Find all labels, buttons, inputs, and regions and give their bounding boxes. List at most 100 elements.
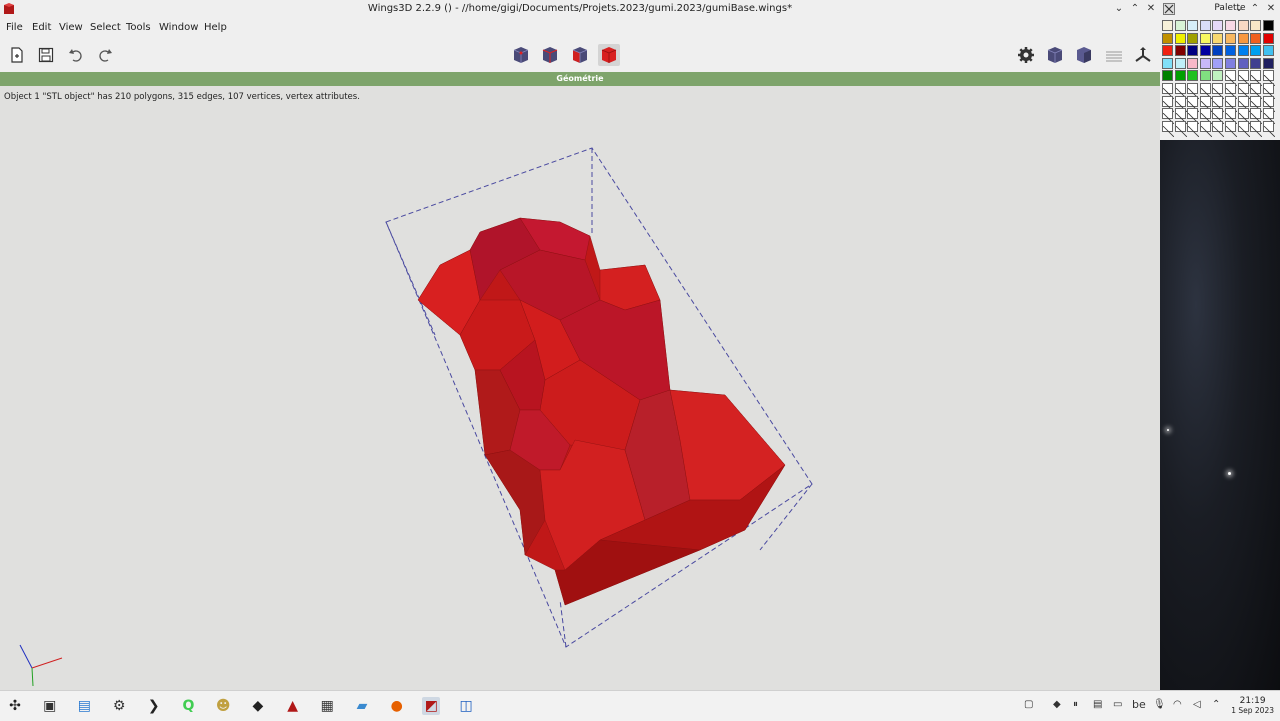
palette-empty-swatch[interactable] — [1237, 120, 1250, 138]
face-mode-button[interactable] — [569, 44, 591, 66]
cube-view-button[interactable] — [1044, 44, 1066, 66]
menu-tools[interactable]: Tools — [126, 22, 151, 33]
microphone-icon[interactable]: 🎙 — [1153, 699, 1166, 710]
palette-color-swatch[interactable] — [1187, 70, 1199, 82]
palette-empty-swatch[interactable] — [1225, 120, 1238, 138]
tray-expand-icon[interactable]: ⌃ — [1212, 699, 1220, 710]
taskbar-app-button[interactable]: ◆ — [249, 697, 267, 715]
taskbar-app-button[interactable]: ⚙ — [110, 697, 128, 715]
palette-empty-swatch[interactable] — [1225, 70, 1238, 87]
palette-empty-swatch[interactable] — [1212, 108, 1225, 125]
palette-empty-swatch[interactable] — [1199, 83, 1213, 100]
palette-empty-swatch[interactable] — [1237, 83, 1250, 100]
palette-color-swatch[interactable] — [1174, 45, 1186, 57]
palette-empty-swatch[interactable] — [1225, 95, 1238, 112]
palette-color-swatch[interactable] — [1237, 20, 1249, 31]
maximize-button[interactable]: ⌃ — [1128, 2, 1142, 16]
taskbar-app-button[interactable]: ✣ — [6, 697, 24, 715]
stl-model-mesh[interactable] — [417, 217, 786, 606]
axes-button[interactable] — [1132, 44, 1154, 66]
palette-empty-swatch[interactable] — [1199, 108, 1213, 125]
menu-help[interactable]: Help — [204, 22, 227, 33]
palette-color-swatch[interactable] — [1225, 32, 1236, 44]
palette-color-swatch[interactable] — [1174, 20, 1186, 31]
palette-color-swatch[interactable] — [1187, 20, 1199, 31]
palette-empty-swatch[interactable] — [1212, 95, 1225, 112]
palette-empty-swatch[interactable] — [1212, 120, 1225, 138]
palette-empty-swatch[interactable] — [1212, 83, 1225, 100]
palette-empty-swatch[interactable] — [1174, 83, 1187, 100]
palette-color-swatch[interactable] — [1174, 57, 1186, 69]
palette-empty-swatch[interactable] — [1262, 95, 1276, 112]
palette-empty-swatch[interactable] — [1174, 108, 1187, 125]
palette-color-swatch[interactable] — [1199, 45, 1211, 57]
taskbar-app-button[interactable]: ◩ — [422, 697, 441, 715]
scene-svg[interactable] — [0, 86, 1160, 690]
save-button[interactable] — [35, 44, 57, 66]
palette-empty-swatch[interactable] — [1237, 108, 1250, 125]
wifi-icon[interactable]: ◠ — [1173, 699, 1182, 710]
menu-window[interactable]: Window — [159, 22, 198, 33]
palette-color-swatch[interactable] — [1174, 70, 1186, 82]
vertex-mode-button[interactable] — [510, 44, 532, 66]
palette-empty-swatch[interactable] — [1187, 83, 1200, 100]
taskbar-app-button[interactable]: ◫ — [457, 697, 475, 715]
palette-color-swatch[interactable] — [1225, 20, 1236, 31]
palette-color-swatch[interactable] — [1162, 70, 1173, 82]
palette-color-swatch[interactable] — [1225, 57, 1236, 69]
palette-empty-swatch[interactable] — [1250, 120, 1263, 138]
palette-color-swatch[interactable] — [1262, 20, 1274, 31]
close-button[interactable]: ✕ — [1144, 2, 1158, 16]
ground-plane-button[interactable] — [1103, 44, 1125, 66]
palette-color-swatch[interactable] — [1225, 45, 1236, 57]
clock[interactable]: 21:19 1 Sep 2023 — [1231, 696, 1274, 716]
taskbar-app-button[interactable]: ☻ — [214, 697, 232, 715]
display-icon[interactable]: ▭ — [1113, 699, 1122, 710]
palette-empty-swatch[interactable] — [1237, 70, 1250, 87]
palette-color-swatch[interactable] — [1199, 20, 1211, 31]
palette-empty-swatch[interactable] — [1225, 83, 1238, 100]
cube-shaded-button[interactable] — [1073, 44, 1095, 66]
menu-edit[interactable]: Edit — [32, 22, 51, 33]
volume-icon[interactable]: ◁ — [1193, 699, 1201, 710]
menu-file[interactable]: File — [6, 22, 23, 33]
3d-viewport[interactable] — [0, 86, 1160, 690]
palette-color-swatch[interactable] — [1162, 45, 1173, 57]
redo-button[interactable] — [94, 44, 116, 66]
palette-color-swatch[interactable] — [1250, 32, 1262, 44]
taskbar-app-button[interactable]: Q — [180, 697, 198, 715]
palette-color-swatch[interactable] — [1212, 70, 1224, 82]
show-desktop-icon[interactable]: ▢ — [1024, 699, 1033, 710]
palette-close-button[interactable]: ✕ — [1264, 2, 1278, 16]
palette-empty-swatch[interactable] — [1162, 120, 1175, 138]
palette-empty-swatch[interactable] — [1262, 120, 1276, 138]
palette-color-swatch[interactable] — [1162, 57, 1173, 69]
palette-color-swatch[interactable] — [1250, 20, 1262, 31]
taskbar-app-button[interactable]: ▣ — [41, 697, 59, 715]
taskbar-app-button[interactable]: ▰ — [353, 697, 371, 715]
palette-minimize-button[interactable]: ⌄ — [1232, 2, 1246, 16]
taskbar-app-button[interactable]: ● — [388, 697, 406, 715]
palette-empty-swatch[interactable] — [1162, 95, 1175, 112]
palette-empty-swatch[interactable] — [1162, 83, 1175, 100]
palette-color-swatch[interactable] — [1250, 57, 1262, 69]
palette-empty-swatch[interactable] — [1262, 83, 1276, 100]
palette-color-swatch[interactable] — [1237, 57, 1249, 69]
body-mode-button[interactable] — [598, 44, 620, 66]
palette-color-swatch[interactable] — [1262, 32, 1274, 44]
palette-color-swatch[interactable] — [1199, 57, 1211, 69]
new-file-button[interactable] — [6, 44, 28, 66]
palette-empty-swatch[interactable] — [1162, 108, 1175, 125]
palette-color-swatch[interactable] — [1199, 32, 1211, 44]
palette-color-swatch[interactable] — [1212, 45, 1224, 57]
palette-empty-swatch[interactable] — [1174, 120, 1187, 138]
keyboard-layout-indicator[interactable]: be — [1132, 698, 1146, 711]
settings-button[interactable] — [1015, 44, 1037, 66]
palette-color-swatch[interactable] — [1187, 32, 1199, 44]
clipboard-icon[interactable]: ▤ — [1093, 699, 1102, 710]
palette-color-swatch[interactable] — [1237, 32, 1249, 44]
taskbar-app-button[interactable]: ❯ — [145, 697, 163, 715]
palette-empty-swatch[interactable] — [1187, 108, 1200, 125]
palette-empty-swatch[interactable] — [1250, 83, 1263, 100]
menu-select[interactable]: Select — [90, 22, 121, 33]
